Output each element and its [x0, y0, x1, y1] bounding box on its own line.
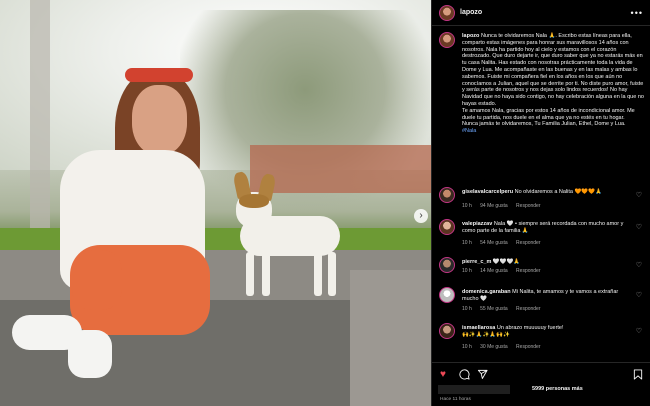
heart-outline-icon[interactable]: ♡ [636, 223, 642, 231]
comment-text-2: 🙌✨🙏✨🙏🙌✨ [462, 332, 510, 338]
comment-text: No olvidaremos a Nalita 🧡🧡🧡🙏 [514, 189, 602, 195]
caption-text: lapozo Nunca te olvidaremos Nala 🙏. Escr… [462, 33, 644, 135]
woman-headband [125, 68, 193, 82]
comment-likes[interactable]: 30 Me gusta [480, 344, 508, 350]
comment-body: pierre_c_m 🤍🤍🤍🙏 [462, 259, 628, 266]
dog-leg [314, 252, 322, 296]
post-header: lapozo ••• [432, 0, 650, 26]
photo-brick-wall [250, 145, 431, 193]
post-photo[interactable]: › [0, 0, 431, 406]
next-photo-button[interactable]: › [414, 209, 428, 223]
heart-outline-icon[interactable]: ♡ [636, 261, 642, 269]
photo-stone-pillar [350, 270, 431, 406]
comment-username[interactable]: giselavalcarcelperu [462, 189, 513, 195]
dog-leg [246, 252, 254, 296]
likes-count[interactable]: 5999 personas más [532, 386, 583, 392]
post-timestamp: Hace 11 horas [440, 397, 471, 402]
commenter-avatar[interactable] [439, 219, 455, 235]
woman-shoe-right [68, 330, 112, 378]
comment-text: 🤍🤍🤍🙏 [492, 259, 521, 265]
dog-leg [262, 252, 270, 296]
comment-meta: 10 h 94 Me gusta Responder [462, 203, 548, 209]
commenter-avatar[interactable] [439, 257, 455, 273]
author-avatar[interactable] [439, 5, 455, 21]
comment-item: pierre_c_m 🤍🤍🤍🙏 10 h 14 Me gusta Respond… [438, 256, 646, 290]
commenter-avatar[interactable] [439, 187, 455, 203]
dog-face-patch [239, 194, 269, 208]
comment-username[interactable]: valepiazzav [462, 221, 492, 227]
comment-reply[interactable]: Responder [516, 268, 540, 274]
woman-face [132, 85, 187, 155]
commenter-avatar[interactable] [439, 323, 455, 339]
liked-by-avatars-bar[interactable] [438, 385, 510, 394]
comment-meta: 10 h 14 Me gusta Responder [462, 268, 548, 274]
comment-time: 10 h [462, 240, 472, 246]
comment-item: valepiazzav Nala 🤍 • siempre será record… [438, 218, 646, 252]
heart-outline-icon[interactable]: ♡ [636, 327, 642, 335]
post-side-panel: lapozo ••• lapozo Nunca te olvidaremos N… [431, 0, 650, 406]
bookmark-svg [633, 369, 643, 380]
heart-outline-icon[interactable]: ♡ [636, 291, 642, 299]
comment-time: 10 h [462, 344, 472, 350]
comment-body: ismaellarosa Un abrazo muuuuuy fuerte! 🙌… [462, 325, 628, 339]
comment-likes[interactable]: 55 Me gusta [480, 306, 508, 312]
comment-item: domenica.garaban Mi Nalita, te amamos y … [438, 286, 646, 320]
comment-reply[interactable]: Responder [516, 306, 540, 312]
dog-leg [328, 252, 336, 296]
send-icon[interactable] [477, 369, 488, 383]
send-svg [477, 369, 488, 379]
caption-avatar[interactable] [439, 32, 455, 48]
comment-time: 10 h [462, 268, 472, 274]
comment-username[interactable]: ismaellarosa [462, 325, 495, 331]
photo-woman [10, 60, 210, 390]
heart-filled-icon[interactable]: ♥ [440, 369, 446, 380]
comment-meta: 10 h 30 Me gusta Responder [462, 344, 548, 350]
caption-body: Nunca te olvidaremos Nala 🙏. Escribo est… [462, 33, 644, 107]
chevron-right-icon: › [419, 210, 423, 221]
comment-item: ismaellarosa Un abrazo muuuuuy fuerte! 🙌… [438, 322, 646, 356]
comment-body: giselavalcarcelperu No olvidaremos a Nal… [462, 189, 628, 196]
comment-reply[interactable]: Responder [516, 203, 540, 209]
caption-body-3: Nunca jamás te olvidaremos, Tu Familia J… [462, 121, 626, 128]
comment-text: Un abrazo muuuuuy fuerte! [496, 325, 564, 331]
comment-item: giselavalcarcelperu No olvidaremos a Nal… [438, 186, 646, 220]
comment-likes[interactable]: 94 Me gusta [480, 203, 508, 209]
comment-time: 10 h [462, 203, 472, 209]
comment-icon[interactable] [459, 369, 470, 383]
comment-meta: 10 h 55 Me gusta Responder [462, 306, 548, 312]
comment-likes[interactable]: 54 Me gusta [480, 240, 508, 246]
woman-leg [72, 250, 122, 310]
comment-body: domenica.garaban Mi Nalita, te amamos y … [462, 289, 628, 303]
comment-reply[interactable]: Responder [516, 240, 540, 246]
caption-username[interactable]: lapozo [462, 33, 479, 39]
comment-body: valepiazzav Nala 🤍 • siempre será record… [462, 221, 628, 235]
comment-username[interactable]: domenica.garaban [462, 289, 511, 295]
more-horizontal-icon[interactable]: ••• [631, 8, 643, 18]
caption-body-2: Te amamos Nala, gracias por estos 14 año… [462, 107, 635, 121]
comment-username[interactable]: pierre_c_m [462, 259, 491, 265]
comment-likes[interactable]: 14 Me gusta [480, 268, 508, 274]
caption-hashtag[interactable]: #Nala [462, 128, 476, 134]
comment-svg [459, 369, 470, 380]
heart-outline-icon[interactable]: ♡ [636, 191, 642, 199]
commenter-avatar[interactable] [439, 287, 455, 303]
bookmark-icon[interactable] [633, 369, 643, 383]
comment-reply[interactable]: Responder [516, 344, 540, 350]
comment-meta: 10 h 54 Me gusta Responder [462, 240, 548, 246]
author-username[interactable]: lapozo [460, 9, 482, 16]
post-actions: ♥ 5999 personas más Hace 11 horas [432, 362, 650, 406]
comment-time: 10 h [462, 306, 472, 312]
